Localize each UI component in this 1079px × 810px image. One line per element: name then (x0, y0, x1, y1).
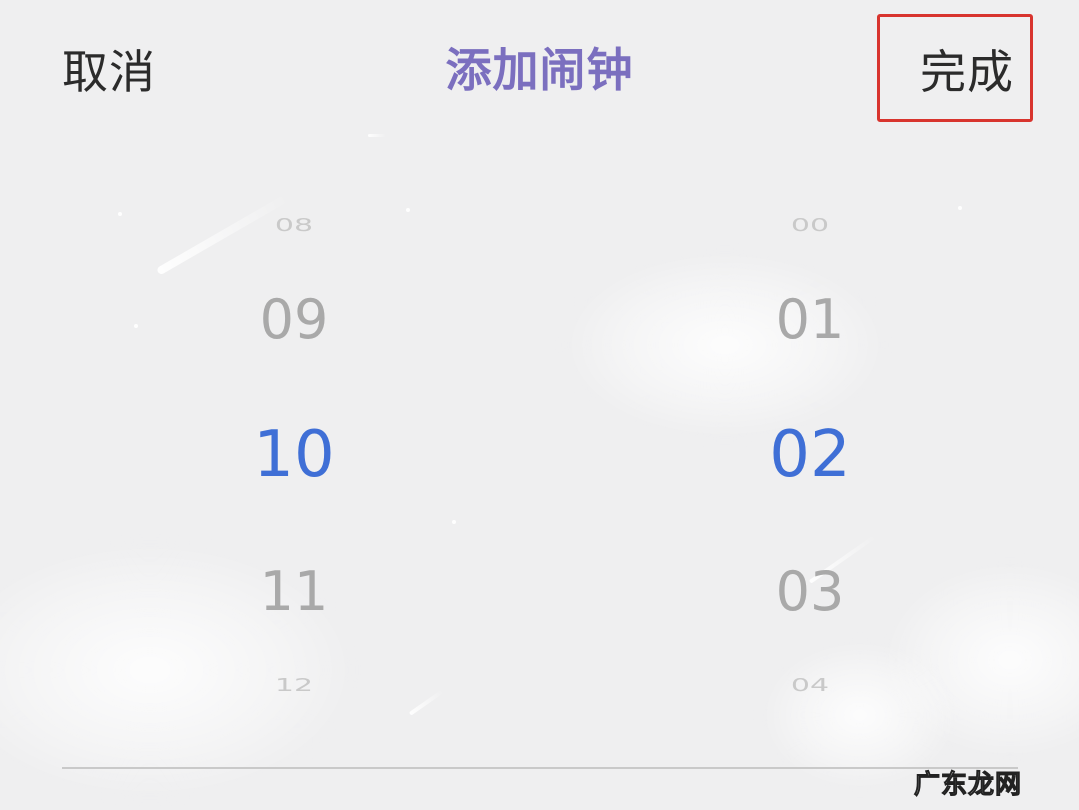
minute-option[interactable]: 03 (660, 560, 960, 623)
done-button[interactable]: 完成 (920, 36, 1014, 102)
hour-option[interactable]: 09 (144, 288, 444, 351)
minute-option[interactable]: 00 (660, 215, 960, 236)
hour-selected[interactable]: 10 (144, 418, 444, 492)
hour-option[interactable]: 12 (144, 675, 444, 696)
minute-option[interactable]: 01 (660, 288, 960, 351)
hour-option[interactable]: 11 (144, 560, 444, 623)
minute-selected[interactable]: 02 (660, 418, 960, 492)
minute-option[interactable]: 04 (660, 675, 960, 696)
meteor-decoration (368, 134, 386, 137)
star-decoration (134, 324, 138, 328)
hour-picker[interactable]: 08 09 10 11 12 (144, 180, 444, 740)
divider (62, 767, 1018, 769)
minute-picker[interactable]: 00 01 02 03 04 (660, 180, 960, 740)
star-decoration (452, 520, 456, 524)
watermark-logo: 广东龙网 (913, 770, 1023, 801)
hour-option[interactable]: 08 (144, 215, 444, 236)
star-decoration (118, 212, 122, 216)
dialog-header: 取消 添加闹钟 完成 (0, 0, 1079, 130)
